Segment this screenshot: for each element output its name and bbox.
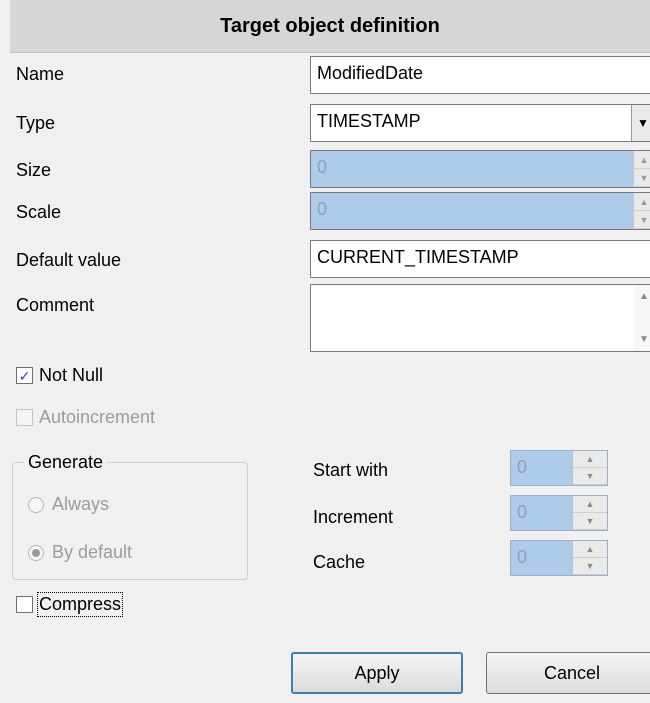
- comment-label: Comment: [16, 295, 95, 315]
- size-input[interactable]: 0 ▲ ▼: [310, 150, 650, 188]
- spin-down-icon[interactable]: ▼: [634, 169, 650, 187]
- size-label: Size: [16, 160, 52, 180]
- spin-down-icon[interactable]: ▼: [634, 211, 650, 229]
- apply-button[interactable]: Apply: [291, 652, 463, 694]
- spin-up-icon[interactable]: ▲: [634, 151, 650, 169]
- spin-down-icon[interactable]: ▼: [573, 468, 607, 485]
- check-icon: ✓: [16, 367, 33, 384]
- scale-input[interactable]: 0 ▲ ▼: [310, 192, 650, 230]
- size-spinner[interactable]: ▲ ▼: [633, 151, 650, 187]
- default-value-value: CURRENT_TIMESTAMP: [317, 247, 519, 267]
- dialog-header: Target object definition: [10, 0, 650, 53]
- cancel-button-label: Cancel: [543, 662, 601, 683]
- scale-spinner[interactable]: ▲ ▼: [633, 193, 650, 229]
- comment-textarea[interactable]: ▲ ▼: [310, 284, 650, 352]
- scale-label: Scale: [16, 202, 62, 222]
- cache-spinner[interactable]: 0 ▲ ▼: [510, 540, 608, 576]
- checkbox-empty-icon: [16, 409, 33, 426]
- type-value: TIMESTAMP: [317, 111, 421, 131]
- spin-up-icon[interactable]: ▲: [634, 193, 650, 211]
- compress-checkbox[interactable]: Compress: [16, 592, 124, 617]
- increment-spinner[interactable]: 0 ▲ ▼: [510, 495, 608, 531]
- spin-up-icon[interactable]: ▲: [573, 541, 607, 558]
- radio-empty-icon: [28, 496, 44, 513]
- increment-label: Increment: [313, 507, 394, 527]
- generate-group-title: Generate: [24, 452, 108, 473]
- radio-by-default-label: By default: [52, 542, 133, 562]
- cache-label: Cache: [313, 552, 366, 572]
- default-value-input[interactable]: CURRENT_TIMESTAMP: [310, 240, 650, 278]
- cancel-button[interactable]: Cancel: [486, 652, 650, 694]
- name-value: ModifiedDate: [317, 63, 424, 83]
- start-with-label: Start with: [313, 460, 389, 480]
- default-value-label: Default value: [16, 250, 122, 270]
- type-label: Type: [16, 113, 56, 133]
- size-value: 0: [317, 157, 328, 177]
- spin-down-icon[interactable]: ▼: [573, 513, 607, 530]
- start-with-spinner[interactable]: 0 ▲ ▼: [510, 450, 608, 486]
- name-label: Name: [16, 64, 65, 84]
- apply-button-label: Apply: [354, 662, 400, 683]
- checkbox-empty-icon: [16, 596, 33, 613]
- autoincrement-checkbox[interactable]: Autoincrement: [16, 407, 155, 428]
- scale-value: 0: [317, 199, 328, 219]
- cache-value: 0: [517, 547, 528, 567]
- scroll-up-icon[interactable]: ▲: [639, 291, 649, 302]
- not-null-checkbox[interactable]: ✓ Not Null: [16, 365, 103, 386]
- name-input[interactable]: ModifiedDate: [310, 56, 650, 94]
- dialog-title: Target object definition: [220, 14, 440, 37]
- radio-always-label: Always: [52, 494, 110, 514]
- spin-down-icon[interactable]: ▼: [573, 558, 607, 575]
- spin-up-icon[interactable]: ▲: [573, 496, 607, 513]
- radio-always[interactable]: Always: [28, 494, 109, 515]
- chevron-down-icon[interactable]: ▼: [631, 105, 650, 141]
- scroll-down-icon[interactable]: ▼: [639, 334, 649, 345]
- comment-scrollbar[interactable]: ▲ ▼: [634, 285, 650, 351]
- spin-up-icon[interactable]: ▲: [573, 451, 607, 468]
- start-with-value: 0: [517, 457, 528, 477]
- autoincrement-label: Autoincrement: [39, 407, 156, 427]
- radio-by-default[interactable]: By default: [28, 542, 132, 563]
- not-null-label: Not Null: [39, 365, 104, 385]
- type-select[interactable]: TIMESTAMP ▼: [310, 104, 650, 142]
- increment-value: 0: [517, 502, 528, 522]
- radio-selected-icon: [28, 544, 44, 561]
- compress-label: Compress: [36, 592, 124, 617]
